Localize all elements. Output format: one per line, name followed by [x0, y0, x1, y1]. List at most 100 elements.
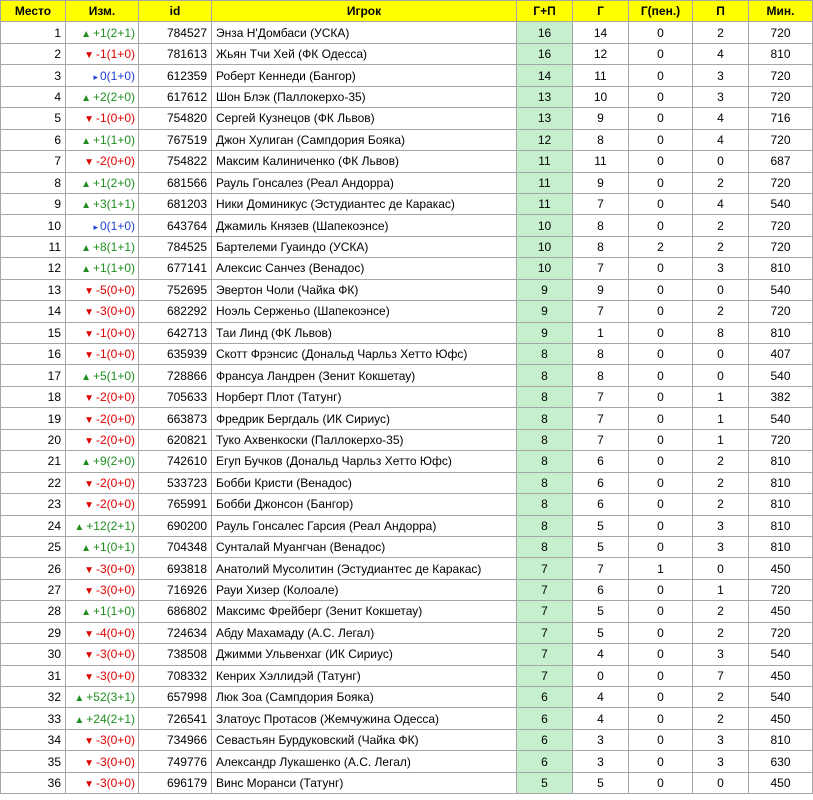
table-row[interactable]: 20 ▼ -2(0+0) 620821 Туко Ахвенкоски (Паллоке…: [0, 428, 813, 452]
table-row[interactable]: 19 ▼ -2(0+0) 663873 Фредрик Бергдаль (ИК Сир…: [0, 407, 813, 430]
id-cell: 681566: [138, 171, 212, 194]
col-header-id[interactable]: id: [138, 0, 212, 23]
table-row[interactable]: 26 ▼ -3(0+0) 693818 Анатолий Мусолитин (Эсту…: [0, 557, 813, 580]
table-row[interactable]: 28 ▲ +1(1+0) 686802 Максимс Фрейберг (Зенит …: [0, 600, 813, 623]
table-row[interactable]: 6 ▲ +1(1+0) 767519 Джон Хулиган (Сампдория Б…: [0, 128, 813, 152]
penalty-goals-cell: 0: [628, 385, 693, 409]
table-row[interactable]: 34 ▼ -3(0+0) 734966 Севастьян Бурдуковский (…: [0, 728, 813, 752]
col-header-assists[interactable]: П: [692, 0, 749, 23]
col-header-minutes[interactable]: Мин.: [748, 0, 813, 23]
assists-cell: 2: [692, 171, 749, 194]
triangle-down-icon: ▼: [84, 671, 94, 683]
penalty-goals-cell: 0: [628, 364, 693, 387]
minutes-cell: 810: [748, 514, 813, 537]
player-cell: Джимми Ульвенхаг (ИК Сириус): [211, 643, 517, 666]
goals-plus-assists-cell: 13: [516, 85, 573, 109]
minutes-cell: 540: [748, 407, 813, 430]
minutes-cell: 810: [748, 471, 813, 495]
table-row[interactable]: 13 ▼ -5(0+0) 752695 Эвертон Чоли (Чайка ФК) 9…: [0, 278, 813, 302]
col-header-goals[interactable]: Г: [572, 0, 629, 23]
table-row[interactable]: 11 ▲ +8(1+1) 784525 Бартелеми Гуаиндо (УСКА)…: [0, 235, 813, 259]
triangle-up-icon: ▲: [81, 457, 91, 469]
triangle-up-icon: ▲: [81, 243, 91, 255]
table-row[interactable]: 2 ▼ -1(1+0) 781613 Жьян Тчи Хей (ФК Одесса) 1…: [0, 42, 813, 66]
change-cell: ▸ 0(1+0): [65, 214, 139, 237]
id-cell: 726541: [138, 707, 212, 730]
goals-cell: 4: [572, 685, 629, 709]
table-row[interactable]: 1 ▲ +1(2+1) 784527 Энза Н'Домбаси (УСКА) 16 14…: [0, 21, 813, 44]
change-cell: ▼ -3(0+0): [65, 771, 139, 795]
table-row[interactable]: 14 ▼ -3(0+0) 682292 Ноэль Серженьо (Шапекоэн…: [0, 300, 813, 323]
goals-cell: 5: [572, 514, 629, 537]
col-header-player[interactable]: Игрок: [211, 0, 517, 23]
table-row[interactable]: 16 ▼ -1(0+0) 635939 Скотт Фрэнсис (Дональд Ч…: [0, 342, 813, 366]
table-row[interactable]: 3 ▸ 0(1+0) 612359 Роберт Кеннеди (Бангор) 14 1…: [0, 64, 813, 87]
change-value: +9(2+0): [92, 454, 135, 469]
table-row[interactable]: 24 ▲ +12(2+1) 690200 Рауль Гонсалес Гарсия (…: [0, 514, 813, 537]
place-cell: 8: [0, 171, 66, 194]
table-row[interactable]: 23 ▼ -2(0+0) 765991 Бобби Джонсон (Бангор) 8 6…: [0, 493, 813, 516]
table-row[interactable]: 27 ▼ -3(0+0) 716926 Рауи Хизер (Колоале) 7 6 0 1…: [0, 578, 813, 602]
goals-plus-assists-cell: 10: [516, 257, 573, 280]
goals-cell: 0: [572, 664, 629, 688]
header-row: Место Изм. id Игрок Г+П Г Г(пен.) П Мин.: [0, 0, 813, 23]
player-cell: Джон Хулиган (Сампдория Бояка): [211, 128, 517, 152]
table-row[interactable]: 12 ▲ +1(1+0) 677141 Алексис Санчез (Венадос)…: [0, 257, 813, 280]
table-row[interactable]: 25 ▲ +1(0+1) 704348 Сунталай Муангчан (Венад…: [0, 535, 813, 559]
col-header-goals-plus-assists[interactable]: Г+П: [516, 0, 573, 23]
goals-cell: 10: [572, 85, 629, 109]
goals-plus-assists-cell: 8: [516, 428, 573, 452]
table-row[interactable]: 15 ▼ -1(0+0) 642713 Таи Линд (ФК Львов) 9 1 0 8 8…: [0, 321, 813, 345]
table-row[interactable]: 29 ▼ -4(0+0) 724634 Абду Махамаду (А.С. Лега…: [0, 621, 813, 645]
minutes-cell: 540: [748, 192, 813, 216]
table-row[interactable]: 31 ▼ -3(0+0) 708332 Кенрих Хэллидэй (Татунг)…: [0, 664, 813, 688]
table-row[interactable]: 5 ▼ -1(0+0) 754820 Сергей Кузнецов (ФК Львов…: [0, 107, 813, 130]
goals-cell: 6: [572, 450, 629, 473]
triangle-down-icon: ▼: [84, 757, 94, 769]
table-row[interactable]: 36 ▼ -3(0+0) 696179 Винс Моранси (Татунг) 5 5 0…: [0, 771, 813, 795]
triangle-down-icon: ▼: [84, 157, 94, 169]
table-row[interactable]: 22 ▼ -2(0+0) 533723 Бобби Кристи (Венадос) 8 6…: [0, 471, 813, 495]
table-row[interactable]: 9 ▲ +3(1+1) 681203 Ники Доминикус (Эстудиант…: [0, 192, 813, 216]
id-cell: 716926: [138, 578, 212, 602]
id-cell: 620821: [138, 428, 212, 452]
table-row[interactable]: 35 ▼ -3(0+0) 749776 Александр Лукашенко (А.С…: [0, 750, 813, 773]
goals-plus-assists-cell: 8: [516, 471, 573, 495]
goals-cell: 6: [572, 493, 629, 516]
table-row[interactable]: 10 ▸ 0(1+0) 643764 Джамиль Князев (Шапекоэнс…: [0, 214, 813, 237]
goals-cell: 7: [572, 192, 629, 216]
change-cell: ▼ -2(0+0): [65, 493, 139, 516]
table-row[interactable]: 17 ▲ +5(1+0) 728866 Франсуа Ландрен (Зенит К…: [0, 364, 813, 387]
assists-cell: 0: [692, 557, 749, 580]
col-header-change[interactable]: Изм.: [65, 0, 139, 23]
change-value: 0(1+0): [99, 68, 135, 83]
table-row[interactable]: 8 ▲ +1(2+0) 681566 Рауль Гонсалез (Реал Андо…: [0, 171, 813, 194]
place-cell: 27: [0, 578, 66, 602]
table-row[interactable]: 32 ▲ +52(3+1) 657998 Люк Зоа (Сампдория Бояк…: [0, 685, 813, 709]
col-header-penalty-goals[interactable]: Г(пен.): [628, 0, 693, 23]
change-cell: ▼ -1(0+0): [65, 342, 139, 366]
table-row[interactable]: 21 ▲ +9(2+0) 742610 Егуп Бучков (Дональд Чар…: [0, 450, 813, 473]
triangle-down-icon: ▼: [84, 307, 94, 319]
col-header-place[interactable]: Место: [0, 0, 66, 23]
place-cell: 24: [0, 514, 66, 537]
table-row[interactable]: 33 ▲ +24(2+1) 726541 Златоус Протасов (Жемчу…: [0, 707, 813, 730]
assists-cell: 0: [692, 150, 749, 173]
id-cell: 617612: [138, 85, 212, 109]
table-row[interactable]: 18 ▼ -2(0+0) 705633 Норберт Плот (Татунг) 8 7 0…: [0, 385, 813, 409]
change-value: -1(1+0): [95, 47, 135, 62]
triangle-down-icon: ▼: [84, 350, 94, 362]
table-row[interactable]: 7 ▼ -2(0+0) 754822 Максим Калиниченко (ФК Ль…: [0, 150, 813, 173]
goals-plus-assists-cell: 6: [516, 728, 573, 752]
table-row[interactable]: 30 ▼ -3(0+0) 738508 Джимми Ульвенхаг (ИК Сир…: [0, 643, 813, 666]
goals-cell: 8: [572, 342, 629, 366]
goals-plus-assists-cell: 7: [516, 578, 573, 602]
penalty-goals-cell: 0: [628, 64, 693, 87]
minutes-cell: 720: [748, 578, 813, 602]
place-cell: 32: [0, 685, 66, 709]
change-value: -3(0+0): [95, 561, 135, 576]
table-row[interactable]: 4 ▲ +2(2+0) 617612 Шон Блэк (Паллокерхо-35) 1…: [0, 85, 813, 109]
id-cell: 686802: [138, 600, 212, 623]
assists-cell: 3: [692, 64, 749, 87]
goals-plus-assists-cell: 8: [516, 342, 573, 366]
